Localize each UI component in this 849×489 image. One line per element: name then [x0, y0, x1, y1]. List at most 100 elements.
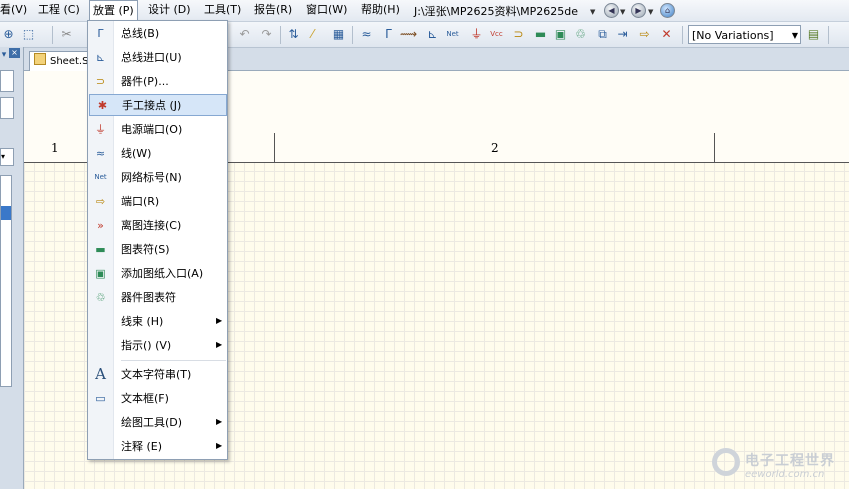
panel-list[interactable] [0, 175, 12, 387]
panel-button[interactable] [0, 97, 14, 119]
watermark-cn: 电子工程世界 [745, 453, 835, 469]
document-tab[interactable]: Sheet.S [29, 51, 93, 71]
forward-icon[interactable]: ▶ [631, 3, 646, 18]
menu-item-sheet-entry[interactable]: ▣ 添加图纸入口(A) [88, 263, 227, 285]
undo-icon[interactable]: ↶ [236, 27, 253, 42]
toolbar-separator [352, 26, 353, 44]
variant-manager-icon[interactable]: ▤ [805, 27, 822, 42]
menu-item-label: 绘图工具(D) [121, 416, 183, 429]
menu-item-label: 文本字符串(T) [121, 368, 192, 381]
menu-item-label: 器件(P)... [121, 75, 169, 88]
panel-button[interactable] [0, 70, 14, 92]
submenu-arrow-icon: ▶ [216, 417, 223, 426]
menu-project[interactable]: 工程 (C) [38, 3, 80, 17]
wire-tool-icon[interactable]: ≈ [358, 27, 375, 42]
home-icon[interactable]: ⌂ [660, 3, 675, 18]
device-sheet-tool-icon[interactable]: ♲ [572, 27, 589, 42]
toolbar-separator [828, 26, 829, 44]
menu-item-bus[interactable]: ᒥ 总线(B) [88, 23, 227, 45]
document-tab-label: Sheet.S [50, 56, 89, 67]
junction-icon: ✱ [97, 99, 108, 112]
sheet-symbol-icon: ▬ [95, 243, 106, 256]
menu-window[interactable]: 窗口(W) [306, 3, 347, 17]
menu-item-label: 器件图表符 [121, 291, 176, 304]
menu-item-off-sheet-connector[interactable]: » 离图连接(C) [88, 215, 227, 237]
submenu-arrow-icon: ▶ [216, 316, 223, 325]
watermark-en: eeworld.com.cn [745, 469, 825, 480]
port-tool-icon[interactable]: ⇨ [636, 27, 653, 42]
menu-item-label: 添加图纸入口(A) [121, 267, 204, 280]
close-icon[interactable]: × [9, 48, 20, 58]
cut-icon[interactable]: ✂ [58, 27, 75, 42]
place-menu: ᒥ 总线(B) ⊾ 总线进口(U) ⊃ 器件(P)... ✱ 手工接点 (J) … [87, 20, 228, 460]
menu-item-label: 线束 (H) [121, 315, 164, 328]
menu-help[interactable]: 帮助(H) [361, 3, 400, 17]
variations-value: [No Variations] [692, 29, 774, 42]
menu-item-text-string[interactable]: A 文本字符串(T) [88, 364, 227, 386]
menu-view[interactable]: 看(V) [0, 3, 27, 17]
bus-tool-icon[interactable]: ᒥ [380, 27, 397, 42]
menu-item-text-frame[interactable]: ▭ 文本框(F) [88, 388, 227, 410]
menu-item-label: 线(W) [121, 147, 152, 160]
back-dropdown-icon[interactable]: ▼ [620, 8, 625, 16]
pin-icon[interactable]: ▾ [0, 48, 8, 63]
path-dropdown-icon[interactable]: ▼ [590, 8, 595, 16]
cross-probe-icon[interactable]: ⇅ [285, 27, 302, 42]
zone-label-1: 1 [51, 141, 59, 155]
part-icon: ⊃ [95, 75, 106, 88]
menu-item-label: 离图连接(C) [121, 219, 182, 232]
sheet-entry-tool-icon[interactable]: ▣ [552, 27, 569, 42]
menu-item-notes[interactable]: 注释 (E) ▶ [88, 436, 227, 458]
panel-dropdown[interactable]: ▾ [0, 148, 14, 166]
zone-divider [714, 133, 715, 162]
menu-item-net-label[interactable]: Net 网络标号(N) [88, 167, 227, 189]
zoom-icon[interactable]: ⊕ [0, 27, 17, 42]
redo-icon[interactable]: ↷ [258, 27, 275, 42]
menu-item-power-port[interactable]: ⏚ 电源端口(O) [88, 119, 227, 141]
menu-item-sheet-symbol[interactable]: ▬ 图表符(S) [88, 239, 227, 261]
menu-item-bus-entry[interactable]: ⊾ 总线进口(U) [88, 47, 227, 69]
menu-item-label: 网络标号(N) [121, 171, 182, 184]
net-label-tool-icon[interactable]: Net [444, 27, 461, 42]
zone-divider [274, 133, 275, 162]
signal-harness-icon[interactable]: ⟿ [400, 27, 417, 42]
harness-connector-icon[interactable]: ⧉ [594, 27, 611, 42]
gnd-port-icon[interactable]: ⏚ [468, 27, 485, 42]
menu-item-label: 端口(R) [121, 195, 160, 208]
variations-select[interactable]: [No Variations] ▼ [688, 25, 801, 44]
menu-design[interactable]: 设计 (D) [148, 3, 191, 17]
menu-place[interactable]: 放置 (P) [89, 0, 138, 20]
wand-icon[interactable]: ⁄ [304, 27, 321, 42]
text-string-icon: A [95, 365, 106, 383]
menu-item-label: 指示() (V) [121, 339, 172, 352]
menu-item-port[interactable]: ⇨ 端口(R) [88, 191, 227, 213]
toolbar-separator [52, 26, 53, 44]
selected-list-item[interactable] [1, 206, 11, 220]
forward-dropdown-icon[interactable]: ▼ [648, 8, 653, 16]
bus-icon: ᒥ [97, 27, 104, 40]
bus-entry-icon: ⊾ [95, 51, 106, 64]
menu-tools[interactable]: 工具(T) [204, 3, 241, 17]
harness-entry-icon[interactable]: ⇥ [614, 27, 631, 42]
document-path[interactable]: J:\淫张\MP2625资料\MP2625de [414, 3, 578, 19]
device-sheet-symbol-icon: ♲ [95, 291, 106, 304]
menu-item-drawing-tools[interactable]: 绘图工具(D) ▶ [88, 412, 227, 434]
part-tool-icon[interactable]: ⊃ [510, 27, 527, 42]
menu-item-label: 文本框(F) [121, 392, 169, 405]
submenu-arrow-icon: ▶ [216, 340, 223, 349]
menu-reports[interactable]: 报告(R) [254, 3, 292, 17]
vcc-port-icon[interactable]: Vcc [488, 27, 505, 42]
menu-item-device-sheet-symbol[interactable]: ♲ 器件图表符 [88, 287, 227, 309]
menu-item-junction[interactable]: ✱ 手工接点 (J) [89, 94, 227, 116]
bus-entry-tool-icon[interactable]: ⊾ [424, 27, 441, 42]
sheet-symbol-tool-icon[interactable]: ▬ [532, 27, 549, 42]
back-icon[interactable]: ◀ [604, 3, 619, 18]
select-icon[interactable]: ⬚ [20, 27, 37, 42]
chevron-down-icon[interactable]: ▼ [792, 26, 798, 45]
no-erc-icon[interactable]: ✕ [658, 27, 675, 42]
menu-item-directives[interactable]: 指示() (V) ▶ [88, 335, 227, 357]
menu-item-part[interactable]: ⊃ 器件(P)... [88, 71, 227, 93]
compile-icon[interactable]: ▦ [330, 27, 347, 42]
menu-item-harness[interactable]: 线束 (H) ▶ [88, 311, 227, 333]
menu-item-wire[interactable]: ≈ 线(W) [88, 143, 227, 165]
